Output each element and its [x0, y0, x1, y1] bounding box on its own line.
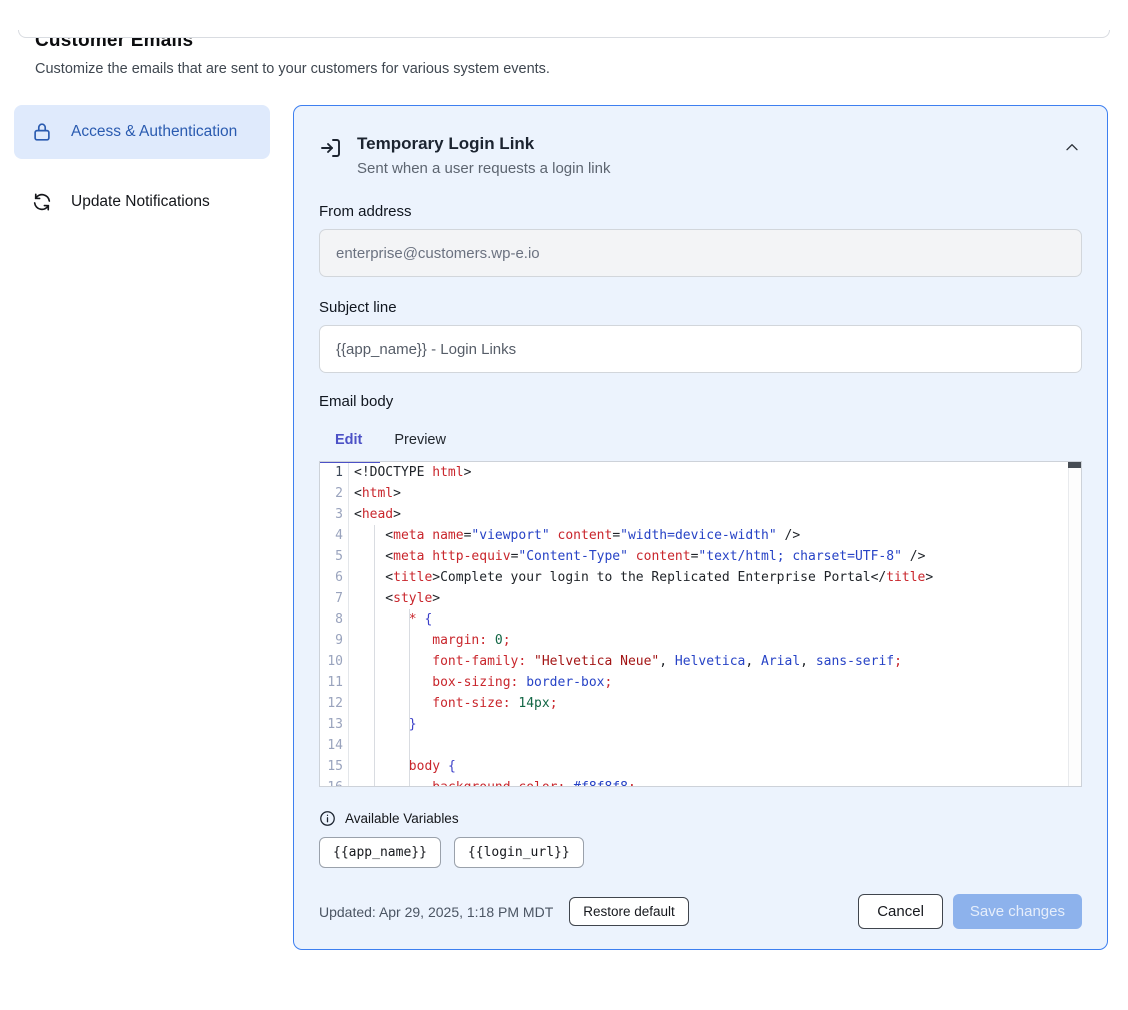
code-line[interactable]: 16 background-color: #f8f8f8; — [320, 777, 1068, 786]
line-number: 8 — [320, 609, 349, 630]
info-icon — [319, 810, 336, 827]
lock-icon — [30, 120, 54, 144]
sidebar-item-access-authentication[interactable]: Access & Authentication — [14, 105, 270, 159]
code-line-content: <html> — [349, 483, 1068, 504]
line-number: 11 — [320, 672, 349, 693]
from-address-label: From address — [319, 203, 1082, 220]
line-number: 13 — [320, 714, 349, 735]
code-line-content: <meta name="viewport" content="width=dev… — [349, 525, 1068, 546]
cancel-button[interactable]: Cancel — [858, 894, 943, 929]
log-in-icon — [319, 136, 343, 160]
line-number: 3 — [320, 504, 349, 525]
code-line[interactable]: 5 <meta http-equiv="Content-Type" conten… — [320, 546, 1068, 567]
code-line-content: <title>Complete your login to the Replic… — [349, 567, 1068, 588]
code-line[interactable]: 7 <style> — [320, 588, 1068, 609]
restore-default-button[interactable]: Restore default — [569, 897, 689, 926]
editor-scrollbar-thumb[interactable] — [1068, 462, 1081, 468]
code-line[interactable]: 3<head> — [320, 504, 1068, 525]
sidebar-item-label: Update Notifications — [71, 191, 210, 213]
code-line[interactable]: 8 * { — [320, 609, 1068, 630]
line-number: 15 — [320, 756, 349, 777]
available-variables-label: Available Variables — [345, 811, 459, 826]
code-line[interactable]: 12 font-size: 14px; — [320, 693, 1068, 714]
code-line-content: <style> — [349, 588, 1068, 609]
code-editor[interactable]: 1<!DOCTYPE html>2<html>3<head>4 <meta na… — [319, 461, 1082, 787]
line-number: 1 — [320, 462, 349, 483]
line-number: 2 — [320, 483, 349, 504]
code-line-content: body { — [349, 756, 1068, 777]
code-line[interactable]: 10 font-family: "Helvetica Neue", Helvet… — [320, 651, 1068, 672]
variable-chip-login-url[interactable]: {{login_url}} — [454, 837, 584, 868]
page-subtitle: Customize the emails that are sent to yo… — [35, 61, 1093, 77]
code-line[interactable]: 4 <meta name="viewport" content="width=d… — [320, 525, 1068, 546]
code-lines[interactable]: 1<!DOCTYPE html>2<html>3<head>4 <meta na… — [320, 462, 1068, 786]
line-number: 7 — [320, 588, 349, 609]
code-line[interactable]: 6 <title>Complete your login to the Repl… — [320, 567, 1068, 588]
line-number: 16 — [320, 777, 349, 786]
code-line-content: background-color: #f8f8f8; — [349, 777, 1068, 786]
subject-line-label: Subject line — [319, 299, 1082, 316]
available-variables-row: Available Variables — [319, 810, 1082, 827]
code-line[interactable]: 9 margin: 0; — [320, 630, 1068, 651]
code-line-content: box-sizing: border-box; — [349, 672, 1068, 693]
panel-footer: Updated: Apr 29, 2025, 1:18 PM MDT Resto… — [319, 894, 1082, 929]
variable-chip-app-name[interactable]: {{app_name}} — [319, 837, 441, 868]
temporary-login-link-panel: Temporary Login Link Sent when a user re… — [293, 105, 1108, 950]
sync-icon — [30, 190, 54, 214]
line-number: 12 — [320, 693, 349, 714]
sidebar-item-label: Access & Authentication — [71, 121, 237, 143]
code-line-content: <meta http-equiv="Content-Type" content=… — [349, 546, 1068, 567]
code-line-content: margin: 0; — [349, 630, 1068, 651]
variable-chips: {{app_name}} {{login_url}} — [319, 837, 1082, 868]
code-line-content — [349, 735, 1068, 756]
subject-line-field[interactable] — [319, 325, 1082, 373]
code-line-content: font-size: 14px; — [349, 693, 1068, 714]
previous-card-bottom-edge — [18, 30, 1110, 38]
code-line[interactable]: 15 body { — [320, 756, 1068, 777]
save-changes-button[interactable]: Save changes — [953, 894, 1082, 929]
code-line-content: font-family: "Helvetica Neue", Helvetica… — [349, 651, 1068, 672]
chevron-up-icon[interactable] — [1062, 138, 1082, 158]
line-number: 4 — [320, 525, 349, 546]
panel-header: Temporary Login Link Sent when a user re… — [319, 130, 1082, 177]
tab-preview[interactable]: Preview — [378, 423, 462, 461]
line-number: 5 — [320, 546, 349, 567]
updated-timestamp: Updated: Apr 29, 2025, 1:18 PM MDT — [319, 904, 553, 920]
code-line-content: <!DOCTYPE html> — [349, 462, 1068, 483]
code-line[interactable]: 14 — [320, 735, 1068, 756]
panel-title: Temporary Login Link — [357, 133, 610, 155]
line-number: 14 — [320, 735, 349, 756]
tab-edit[interactable]: Edit — [319, 423, 378, 461]
code-line[interactable]: 11 box-sizing: border-box; — [320, 672, 1068, 693]
code-line[interactable]: 2<html> — [320, 483, 1068, 504]
line-number: 9 — [320, 630, 349, 651]
sidebar: Access & Authentication Update Notificat… — [14, 105, 270, 229]
editor-scrollbar[interactable] — [1068, 462, 1081, 786]
line-number: 6 — [320, 567, 349, 588]
code-line-content: <head> — [349, 504, 1068, 525]
code-line[interactable]: 1<!DOCTYPE html> — [320, 462, 1068, 483]
sidebar-item-update-notifications[interactable]: Update Notifications — [14, 175, 270, 229]
email-body-tabs: Edit Preview — [319, 423, 1082, 461]
from-address-field[interactable] — [319, 229, 1082, 277]
code-line-content: * { — [349, 609, 1068, 630]
code-line-content: } — [349, 714, 1068, 735]
email-body-label: Email body — [319, 393, 1082, 410]
panel-subtitle: Sent when a user requests a login link — [357, 160, 610, 177]
line-number: 10 — [320, 651, 349, 672]
active-tab-underline — [319, 461, 380, 463]
code-line[interactable]: 13 } — [320, 714, 1068, 735]
